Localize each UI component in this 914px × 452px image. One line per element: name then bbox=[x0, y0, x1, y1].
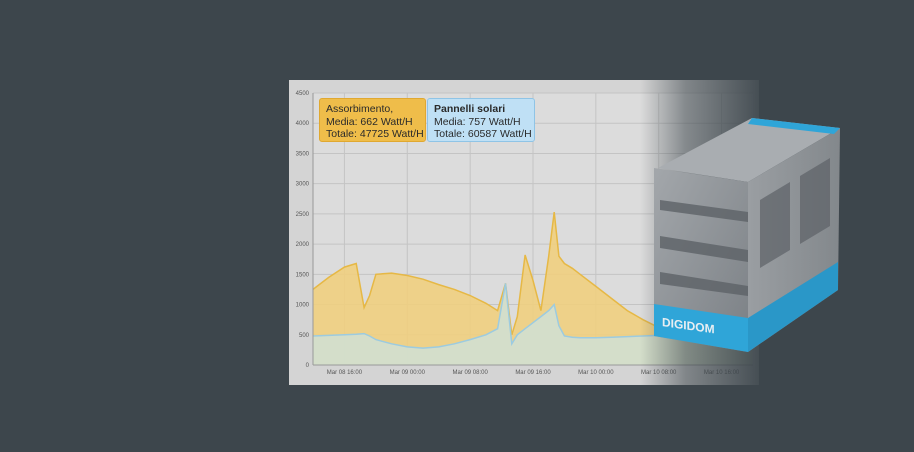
tooltip-title: Pannelli solari bbox=[434, 103, 506, 115]
y-tick-label: 3500 bbox=[296, 151, 310, 157]
y-tick-label: 1500 bbox=[296, 272, 310, 278]
y-tick-label: 2000 bbox=[296, 242, 310, 248]
chart-stage: 050010001500200025003000350040004500 Mar… bbox=[289, 80, 840, 385]
x-tick-label: Mar 09 00:00 bbox=[390, 370, 426, 376]
y-tick-label: 4000 bbox=[296, 121, 310, 127]
tooltip-pannelli-solari: Pannelli solari Media: 757 Watt/H Totale… bbox=[427, 98, 535, 142]
y-tick-label: 500 bbox=[299, 333, 310, 339]
y-tick-label: 4500 bbox=[296, 91, 310, 97]
x-tick-label: Mar 08 16:00 bbox=[327, 370, 363, 376]
y-tick-label: 1000 bbox=[296, 303, 310, 309]
y-tick-label: 2500 bbox=[296, 212, 310, 218]
x-tick-label: Mar 09 08:00 bbox=[452, 370, 488, 376]
tooltip-assorbimento: Assorbimento, Media: 662 Watt/H Totale: … bbox=[319, 98, 426, 142]
y-tick-label: 3000 bbox=[296, 182, 310, 188]
tooltip-totale: Totale: 60587 Watt/H bbox=[434, 128, 532, 140]
tooltip-media: Media: 757 Watt/H bbox=[434, 115, 521, 128]
x-tick-label: Mar 09 16:00 bbox=[515, 370, 551, 376]
tooltip-title: Assorbimento, bbox=[326, 103, 394, 115]
x-tick-label: Mar 10 00:00 bbox=[578, 370, 614, 376]
tooltip-media: Media: 662 Watt/H bbox=[326, 115, 413, 128]
tooltip-totale: Totale: 47725 Watt/H bbox=[326, 128, 424, 140]
